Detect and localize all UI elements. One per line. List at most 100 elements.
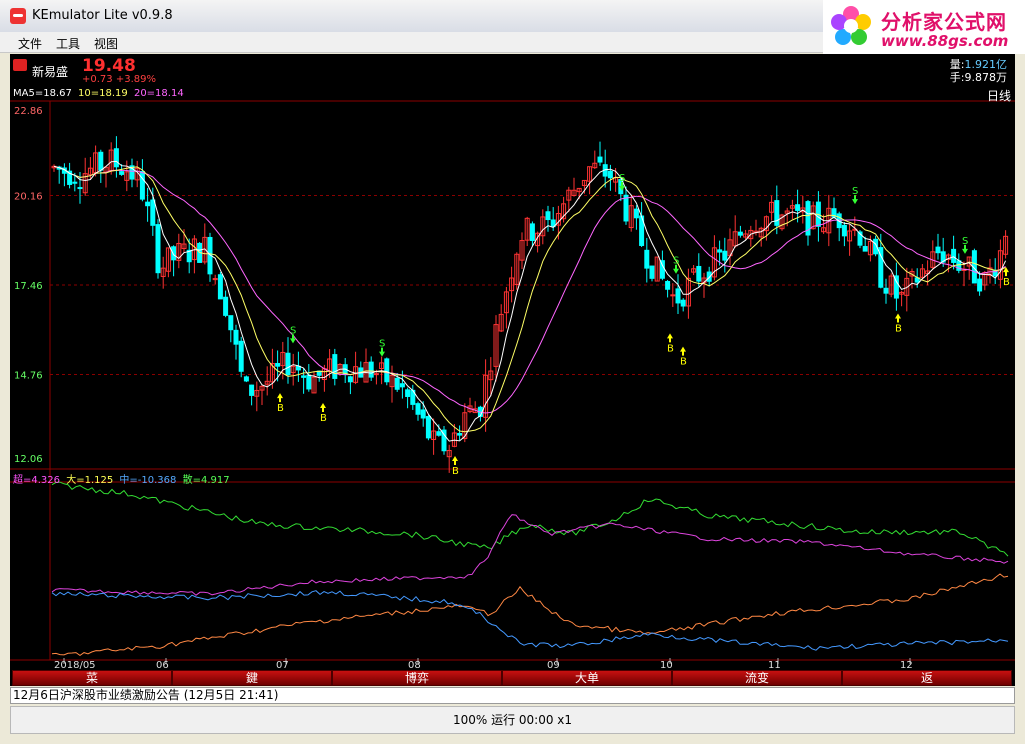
candle-down (529, 223, 535, 241)
stock-price: 19.48 (82, 56, 136, 76)
candle-down (275, 363, 281, 367)
candle-down (233, 329, 239, 345)
candle-down (150, 199, 156, 226)
buy-signal-label: B (452, 466, 459, 477)
candle-down (155, 224, 161, 274)
tab-key[interactable]: 鍵 (172, 670, 332, 686)
window-title: KEmulator Lite v0.9.8 (32, 8, 173, 23)
candle-down (545, 211, 551, 221)
ind-big-label: 大=1.125 (66, 475, 114, 486)
change-percent: +3.89% (115, 74, 156, 85)
period-label[interactable]: 日线 (987, 87, 1011, 104)
candle-down (883, 287, 889, 294)
menu-file[interactable]: 文件 (18, 35, 42, 52)
buy-signal-label: B (1003, 277, 1010, 288)
candle-down (774, 200, 780, 226)
candle-down (77, 187, 83, 190)
candle-down (457, 432, 463, 436)
y-tick-label: 22.86 (14, 106, 43, 117)
candle-up (373, 373, 379, 376)
candle-down (649, 265, 655, 279)
candle-down (644, 249, 650, 269)
candle-down (420, 409, 426, 419)
app-icon (10, 8, 26, 24)
tab-game[interactable]: 博弈 (332, 670, 502, 686)
logo-url: www.88gs.com (881, 32, 1009, 50)
ma20-label: 20=18.14 (133, 88, 184, 99)
logo-title: 分析家公式网 (881, 10, 1007, 34)
x-tick-label: 06 (156, 660, 169, 670)
buy-signal-label: B (667, 343, 674, 354)
candle-down (633, 208, 639, 219)
candle-down (72, 181, 78, 184)
buy-signal-label: B (680, 357, 687, 368)
ind-mid-label: 中=-10.368 (119, 475, 177, 486)
tab-flow-change[interactable]: 流变 (672, 670, 842, 686)
candle-down (862, 246, 868, 252)
stock-name: 新易盛 (32, 65, 69, 79)
tab-return[interactable]: 返 (842, 670, 1012, 686)
candle-down (415, 403, 421, 415)
chart-area[interactable]: 22.86 20.16 17.46 14.76 12.06 B B B B B B B S S S S S S 20… (10, 54, 1015, 686)
hands-value: 9.878万 (964, 71, 1008, 84)
candle-down (399, 383, 405, 388)
flower-logo-icon (831, 6, 871, 45)
candle-down (935, 246, 941, 254)
candle-down (665, 281, 671, 290)
candle-down (795, 204, 801, 211)
x-tick-label: 07 (276, 660, 289, 670)
status-bar: 100% 运行 00:00 x1 (10, 706, 1015, 734)
news-ticker[interactable]: 12月6日沪深股市业绩激励公告 (12月5日 21:41) (10, 687, 1015, 704)
buy-arrow-icon (452, 456, 458, 466)
ma10-label: 10=18.19 (78, 88, 128, 99)
y-tick-label: 20.16 (14, 192, 43, 203)
candle-down (243, 376, 249, 382)
menu-bar: 文件 工具 视图 (0, 32, 823, 53)
candle-down (306, 374, 312, 390)
buy-signal-label: B (895, 324, 902, 335)
x-tick-label: 2018/05 (54, 660, 96, 670)
buy-arrow-icon (895, 313, 901, 323)
candle-down (607, 170, 613, 179)
candle-down (722, 250, 728, 261)
candle-down (597, 156, 603, 163)
candle-down (384, 358, 390, 383)
ma10-line (53, 165, 1006, 433)
candle-down (977, 278, 983, 292)
candle-down (285, 352, 291, 376)
site-logo: 分析家公式网 www.88gs.com (823, 0, 1025, 54)
candle-down (436, 431, 442, 436)
candle-down (301, 375, 307, 378)
buy-signal-label: B (320, 413, 327, 424)
tab-big-order[interactable]: 大单 (502, 670, 672, 686)
ma5-label: MA5=18.67 (13, 88, 72, 99)
candle-down (717, 249, 723, 253)
candle-down (171, 246, 177, 261)
x-tick-label: 11 (768, 660, 781, 670)
menu-view[interactable]: 视图 (94, 35, 118, 52)
menu-tools[interactable]: 工具 (56, 35, 80, 52)
tab-menu[interactable]: 菜 (12, 670, 172, 686)
x-tick-label: 08 (408, 660, 421, 670)
stock-change: +0.73 +3.89% (82, 74, 156, 85)
stock-chart[interactable]: 22.8620.1617.4614.7612.06BBBBBBBSSSSSS20… (10, 54, 1015, 670)
retail-line (51, 481, 1009, 557)
candle-down (332, 354, 338, 379)
candle-down (119, 171, 125, 175)
x-tick-label: 09 (547, 660, 560, 670)
candle-up (670, 294, 676, 297)
function-tab-bar: 菜 鍵 博弈 大单 流变 返 (10, 670, 1015, 686)
candle-down (217, 274, 223, 300)
ma-legend: MA5=18.67 10=18.19 20=18.14 (13, 88, 187, 99)
x-tick-label: 12 (900, 660, 913, 670)
super-line (51, 514, 1009, 596)
y-tick-label: 14.76 (14, 371, 43, 382)
y-tick-label: 12.06 (14, 454, 43, 465)
candle-down (228, 315, 234, 331)
mid-order-line (51, 590, 1009, 651)
candle-down (737, 231, 743, 236)
buy-arrow-icon (277, 393, 283, 403)
buy-arrow-icon (320, 403, 326, 413)
hands-label: 手: (949, 71, 965, 84)
candle-down (623, 194, 629, 222)
